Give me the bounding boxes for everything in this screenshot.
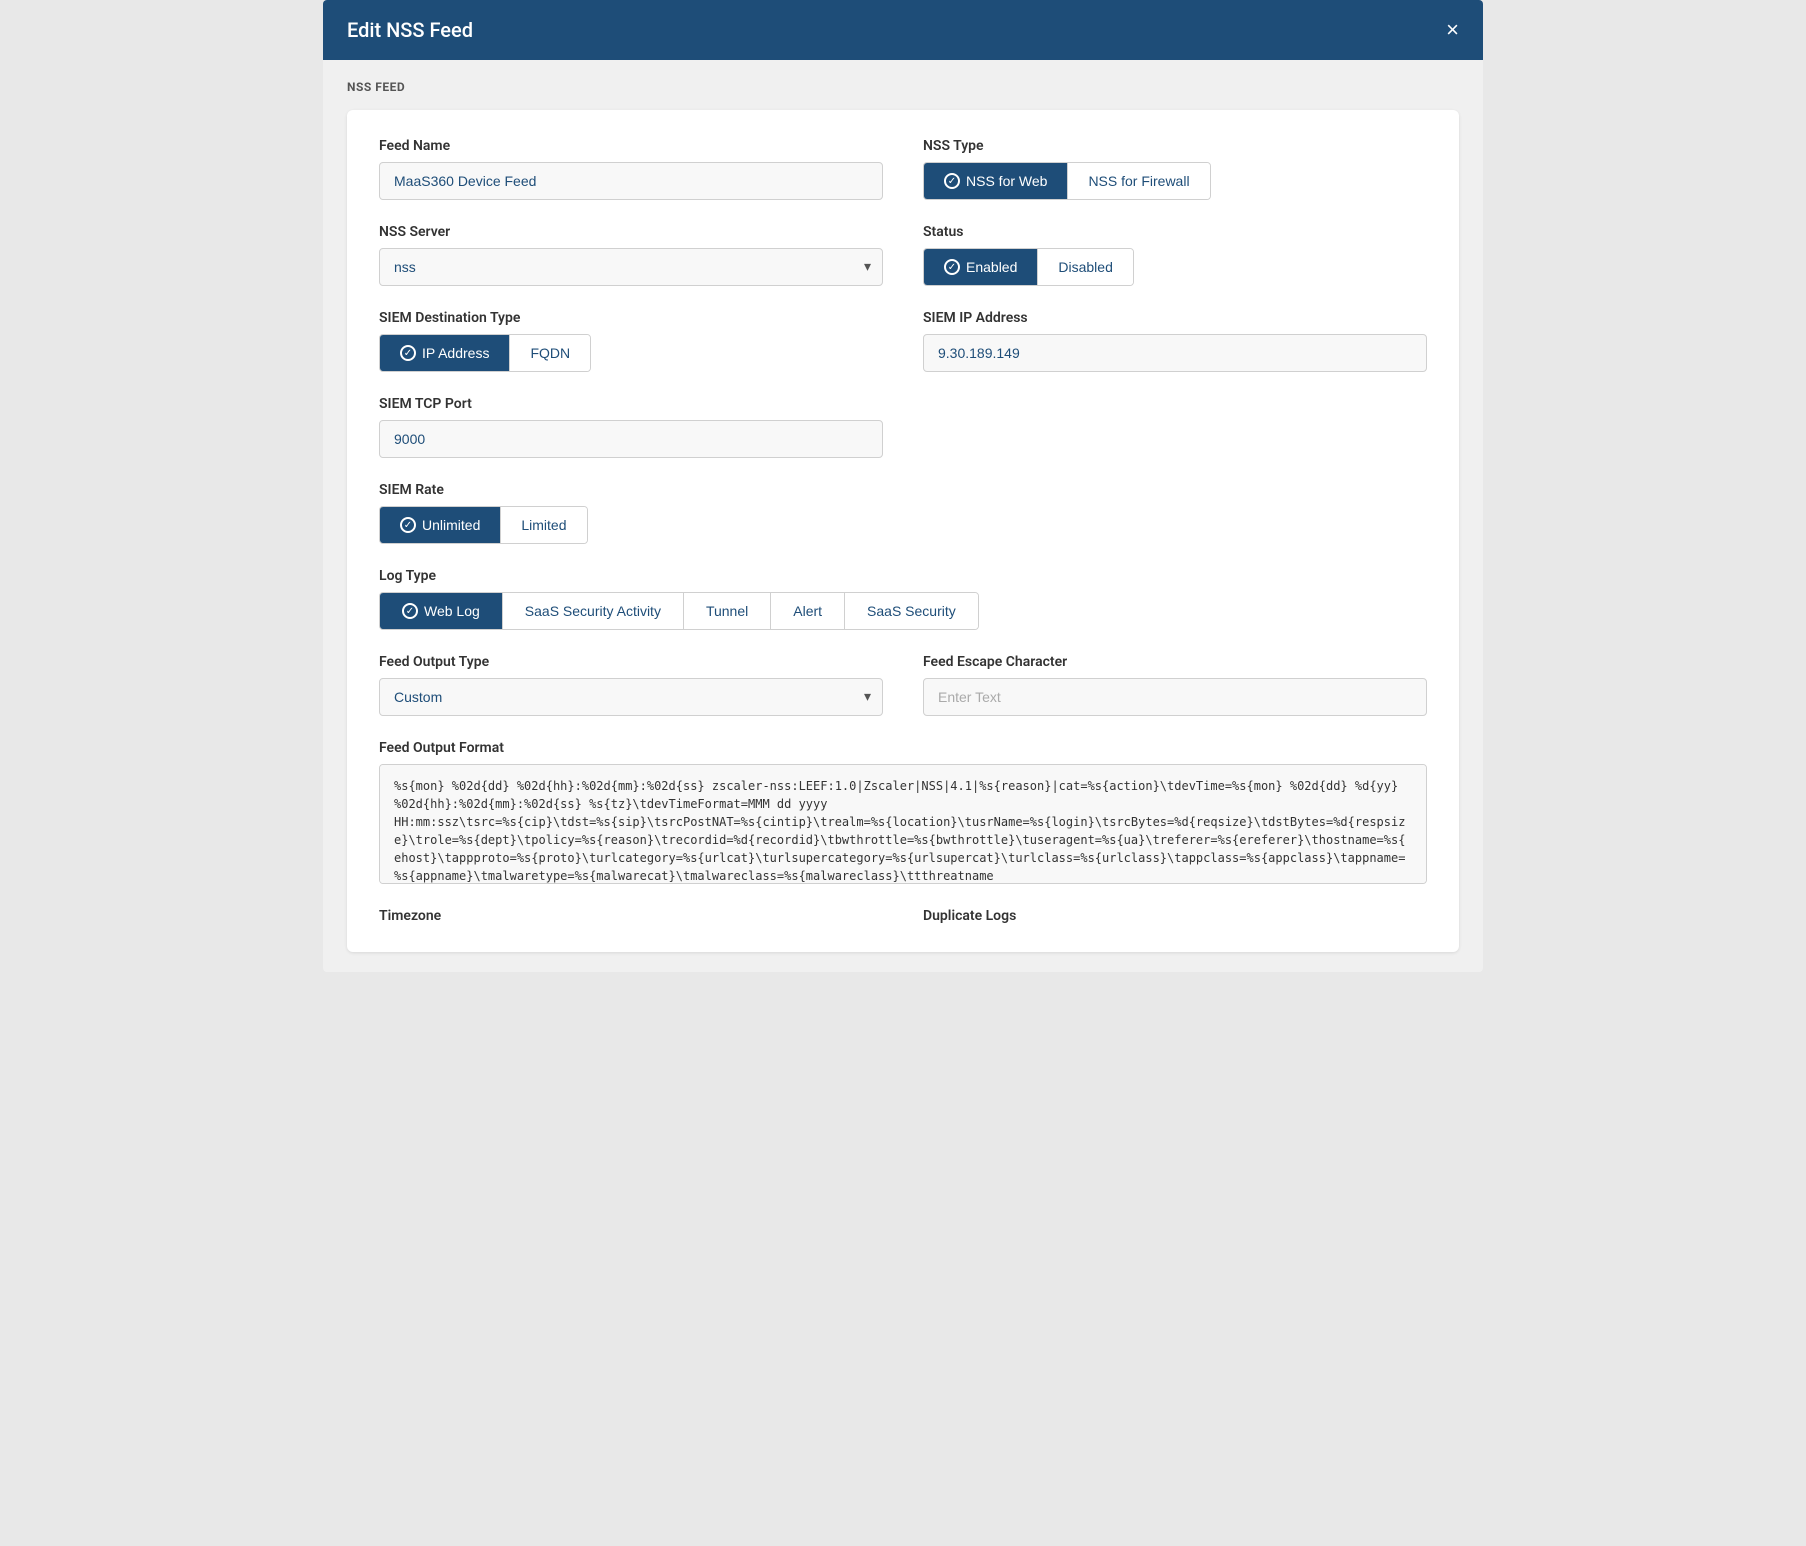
- siem-rate-label: SIEM Rate: [379, 482, 883, 498]
- fqdn-label: FQDN: [530, 345, 570, 361]
- form-grid: Feed Name NSS Type ✓ NSS for Web NSS for…: [379, 138, 1427, 924]
- feed-output-type-group: Feed Output Type Custom CEF LEEF JSON ▾: [379, 654, 883, 716]
- log-type-toggle: ✓ Web Log SaaS Security Activity Tunnel …: [379, 592, 979, 630]
- feed-name-input[interactable]: [379, 162, 883, 200]
- limited-btn[interactable]: Limited: [500, 507, 586, 543]
- timezone-group: Timezone: [379, 908, 883, 924]
- nss-firewall-label: NSS for Firewall: [1088, 173, 1189, 189]
- ip-address-btn[interactable]: ✓ IP Address: [380, 335, 509, 371]
- web-log-label: Web Log: [424, 603, 480, 619]
- check-icon: ✓: [944, 173, 960, 189]
- siem-tcp-port-group: SIEM TCP Port: [379, 396, 883, 458]
- siem-tcp-port-label: SIEM TCP Port: [379, 396, 883, 412]
- siem-rate-right-spacer: [923, 482, 1427, 544]
- alert-label: Alert: [793, 603, 822, 619]
- nss-firewall-btn[interactable]: NSS for Firewall: [1067, 163, 1209, 199]
- enabled-btn[interactable]: ✓ Enabled: [924, 249, 1037, 285]
- status-label: Status: [923, 224, 1427, 240]
- feed-output-type-label: Feed Output Type: [379, 654, 883, 670]
- nss-server-select[interactable]: nss: [379, 248, 883, 286]
- status-group: Status ✓ Enabled Disabled: [923, 224, 1427, 286]
- feed-output-type-select[interactable]: Custom CEF LEEF JSON: [379, 678, 883, 716]
- saas-security-label: SaaS Security: [867, 603, 956, 619]
- tunnel-btn[interactable]: Tunnel: [683, 593, 770, 629]
- siem-destination-type-label: SIEM Destination Type: [379, 310, 883, 326]
- check-icon: ✓: [400, 517, 416, 533]
- siem-rate-group: SIEM Rate ✓ Unlimited Limited: [379, 482, 883, 544]
- siem-ip-address-label: SIEM IP Address: [923, 310, 1427, 326]
- feed-output-format-label: Feed Output Format: [379, 740, 1427, 756]
- tunnel-label: Tunnel: [706, 603, 748, 619]
- unlimited-btn[interactable]: ✓ Unlimited: [380, 507, 500, 543]
- fqdn-btn[interactable]: FQDN: [509, 335, 590, 371]
- nss-type-label: NSS Type: [923, 138, 1427, 154]
- disabled-label: Disabled: [1058, 259, 1112, 275]
- siem-destination-toggle: ✓ IP Address FQDN: [379, 334, 591, 372]
- siem-tcp-port-input[interactable]: [379, 420, 883, 458]
- siem-destination-type-group: SIEM Destination Type ✓ IP Address FQDN: [379, 310, 883, 372]
- siem-ip-address-input[interactable]: [923, 334, 1427, 372]
- nss-server-label: NSS Server: [379, 224, 883, 240]
- duplicate-logs-label: Duplicate Logs: [923, 908, 1427, 924]
- check-icon: ✓: [944, 259, 960, 275]
- saas-security-activity-btn[interactable]: SaaS Security Activity: [502, 593, 683, 629]
- feed-name-group: Feed Name: [379, 138, 883, 200]
- siem-ip-address-group: SIEM IP Address: [923, 310, 1427, 372]
- limited-label: Limited: [521, 517, 566, 533]
- nss-web-btn[interactable]: ✓ NSS for Web: [924, 163, 1067, 199]
- form-card: Feed Name NSS Type ✓ NSS for Web NSS for…: [347, 110, 1459, 952]
- siem-tcp-port-right-spacer: [923, 396, 1427, 458]
- modal-title: Edit NSS Feed: [347, 18, 473, 42]
- nss-type-toggle: ✓ NSS for Web NSS for Firewall: [923, 162, 1211, 200]
- disabled-btn[interactable]: Disabled: [1037, 249, 1132, 285]
- web-log-btn[interactable]: ✓ Web Log: [380, 593, 502, 629]
- section-label: NSS FEED: [347, 80, 1459, 94]
- modal-body: NSS FEED Feed Name NSS Type ✓ NSS for We…: [323, 60, 1483, 972]
- siem-rate-toggle: ✓ Unlimited Limited: [379, 506, 588, 544]
- feed-output-type-select-wrapper: Custom CEF LEEF JSON ▾: [379, 678, 883, 716]
- feed-output-format-textarea[interactable]: %s{mon} %02d{dd} %02d{hh}:%02d{mm}:%02d{…: [379, 764, 1427, 884]
- check-icon: ✓: [402, 603, 418, 619]
- nss-web-label: NSS for Web: [966, 173, 1047, 189]
- saas-security-btn[interactable]: SaaS Security: [844, 593, 978, 629]
- feed-escape-character-label: Feed Escape Character: [923, 654, 1427, 670]
- nss-server-select-wrapper: nss ▾: [379, 248, 883, 286]
- status-toggle: ✓ Enabled Disabled: [923, 248, 1134, 286]
- close-button[interactable]: ×: [1446, 19, 1459, 41]
- enabled-label: Enabled: [966, 259, 1017, 275]
- feed-escape-character-input[interactable]: [923, 678, 1427, 716]
- log-type-label: Log Type: [379, 568, 1427, 584]
- alert-btn[interactable]: Alert: [770, 593, 844, 629]
- log-type-group: Log Type ✓ Web Log SaaS Security Activit…: [379, 568, 1427, 630]
- nss-server-group: NSS Server nss ▾: [379, 224, 883, 286]
- duplicate-logs-group: Duplicate Logs: [923, 908, 1427, 924]
- unlimited-label: Unlimited: [422, 517, 480, 533]
- feed-name-label: Feed Name: [379, 138, 883, 154]
- timezone-label: Timezone: [379, 908, 883, 924]
- ip-address-label: IP Address: [422, 345, 489, 361]
- feed-escape-character-group: Feed Escape Character: [923, 654, 1427, 716]
- nss-type-group: NSS Type ✓ NSS for Web NSS for Firewall: [923, 138, 1427, 200]
- feed-output-format-group: Feed Output Format %s{mon} %02d{dd} %02d…: [379, 740, 1427, 884]
- saas-security-activity-label: SaaS Security Activity: [525, 603, 661, 619]
- modal-header: Edit NSS Feed ×: [323, 0, 1483, 60]
- check-icon: ✓: [400, 345, 416, 361]
